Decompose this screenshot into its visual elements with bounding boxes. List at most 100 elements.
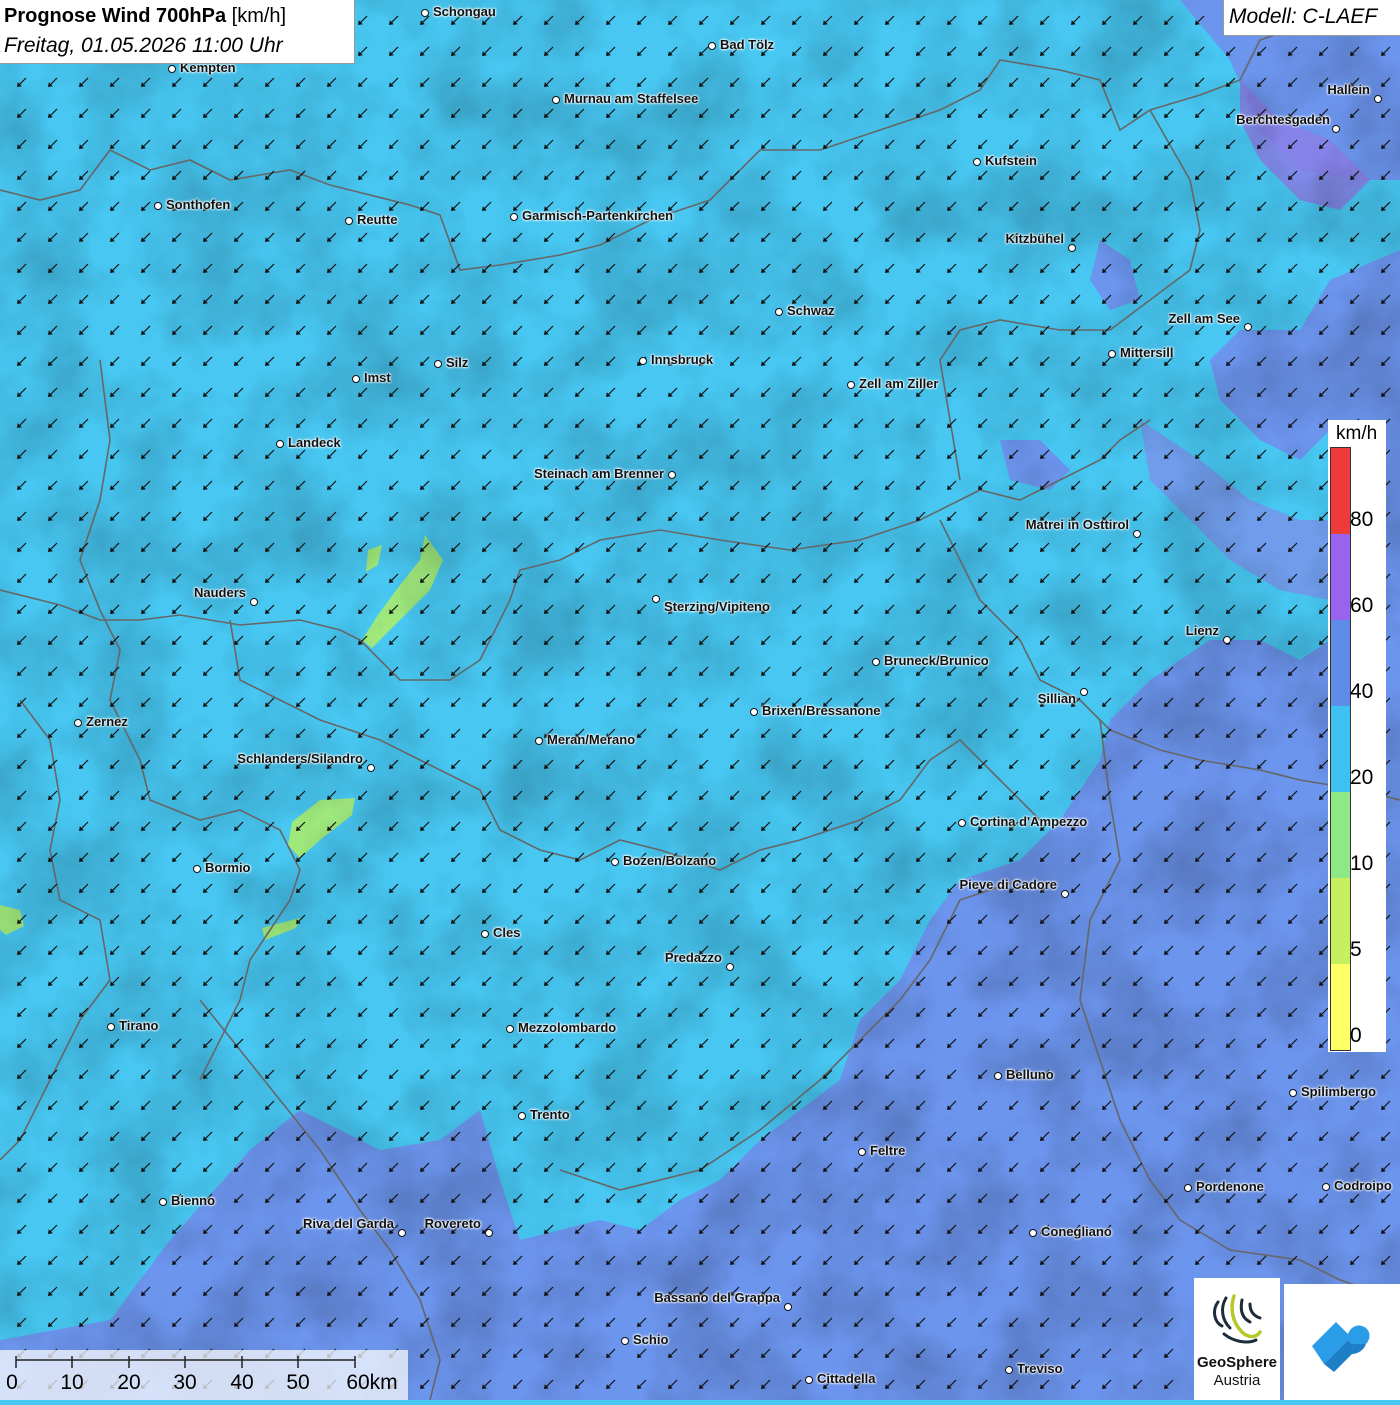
- geosphere-logo-country: Austria: [1213, 1372, 1261, 1389]
- legend-segment: [1331, 448, 1350, 534]
- city-dot-icon: [652, 595, 660, 603]
- city-label: Hallein: [1327, 82, 1370, 97]
- city-dot-icon: [1108, 350, 1116, 358]
- city-label: Murnau am Staffelsee: [564, 91, 699, 106]
- city-dot-icon: [367, 764, 375, 772]
- city-label: Riva del Garda: [302, 1216, 394, 1231]
- legend-segment: [1331, 534, 1350, 620]
- city-dot-icon: [639, 357, 647, 365]
- city-label: Bienno: [171, 1193, 216, 1208]
- city-dot-icon: [805, 1376, 813, 1384]
- weather-app-logo[interactable]: [1284, 1284, 1400, 1400]
- city-dot-icon: [973, 158, 981, 166]
- city-dot-icon: [434, 360, 442, 368]
- city-dot-icon: [1374, 95, 1382, 103]
- city-label: Schio: [633, 1332, 669, 1347]
- legend-tick-label: 0: [1350, 1024, 1362, 1047]
- city-label: Nauders: [193, 585, 246, 600]
- city-dot-icon: [154, 202, 162, 210]
- city-label: Pordenone: [1196, 1179, 1264, 1194]
- city-dot-icon: [518, 1112, 526, 1120]
- legend-segment: [1331, 706, 1350, 792]
- city-dot-icon: [784, 1303, 792, 1311]
- city-dot-icon: [858, 1148, 866, 1156]
- city-dot-icon: [74, 719, 82, 727]
- city-label: Mittersill: [1120, 345, 1174, 360]
- city-label: Spilimbergo: [1301, 1084, 1377, 1099]
- city-label: Zell am Ziller: [859, 376, 939, 391]
- city-dot-icon: [485, 1229, 493, 1237]
- geosphere-logo[interactable]: GeoSphere Austria: [1194, 1278, 1280, 1400]
- city-label: Berchtesgaden: [1236, 112, 1330, 127]
- city-dot-icon: [510, 213, 518, 221]
- city-dot-icon: [872, 658, 880, 666]
- city-dot-icon: [1289, 1089, 1297, 1097]
- city-label: Kitzbühel: [1005, 231, 1065, 246]
- city-dot-icon: [1029, 1229, 1037, 1237]
- scale-label: 20: [117, 1371, 141, 1394]
- city-label: Bruneck/Brunico: [884, 653, 989, 668]
- city-label: Silz: [446, 355, 469, 370]
- scale-label: 60km: [346, 1371, 398, 1394]
- legend-color-bar: [1330, 447, 1351, 1051]
- model-label: Modell: C-LAEF: [1229, 5, 1378, 28]
- legend-tick-label: 10: [1350, 852, 1374, 875]
- city-label: Garmisch-Partenkirchen: [522, 208, 674, 223]
- map-title: Prognose Wind 700hPa [km/h]: [4, 5, 286, 28]
- city-dot-icon: [668, 471, 676, 479]
- city-label: Landeck: [288, 435, 341, 450]
- city-label: Sonthofen: [166, 197, 231, 212]
- city-label: Trento: [530, 1107, 570, 1122]
- city-dot-icon: [994, 1072, 1002, 1080]
- city-dot-icon: [1184, 1184, 1192, 1192]
- city-label: Reutte: [357, 212, 398, 227]
- city-dot-icon: [775, 308, 783, 316]
- map-title-main: Prognose Wind 700hPa: [4, 5, 227, 27]
- scale-bar: 0 10 20 30 40 50 60km: [0, 1350, 408, 1400]
- geosphere-logo-icon: [1213, 1294, 1262, 1344]
- city-dot-icon: [1244, 323, 1252, 331]
- city-label: Imst: [364, 370, 391, 385]
- scale-label: 30: [173, 1371, 197, 1394]
- city-dot-icon: [708, 42, 716, 50]
- city-label: Rovereto: [424, 1216, 481, 1231]
- city-label: Cortina d'Ampezzo: [970, 814, 1088, 829]
- city-label: Schongau: [433, 4, 496, 19]
- forecast-datetime: Freitag, 01.05.2026 11:00 Uhr: [4, 34, 283, 57]
- city-dot-icon: [1332, 125, 1340, 133]
- city-dot-icon: [1322, 1183, 1330, 1191]
- city-dot-icon: [847, 381, 855, 389]
- city-dot-icon: [352, 375, 360, 383]
- city-dot-icon: [1061, 890, 1069, 898]
- city-dot-icon: [1068, 244, 1076, 252]
- city-dot-icon: [1080, 688, 1088, 696]
- city-dot-icon: [398, 1229, 406, 1237]
- model-box: Modell: C-LAEF: [1223, 0, 1400, 36]
- legend-segment: [1331, 878, 1350, 964]
- city-label: Steinach am Brenner: [533, 466, 664, 481]
- city-label: Schwaz: [787, 303, 835, 318]
- city-dot-icon: [1005, 1366, 1013, 1374]
- scale-label: 50: [286, 1371, 310, 1394]
- legend-tick-label: 5: [1350, 938, 1362, 961]
- city-label: Sterzing/Vipiteno: [664, 599, 770, 614]
- city-label: Feltre: [870, 1143, 906, 1158]
- scale-label: 40: [230, 1371, 254, 1394]
- city-label: Bassano del Grappa: [654, 1290, 780, 1305]
- legend-unit: km/h: [1336, 423, 1378, 444]
- city-label: Tirano: [119, 1018, 159, 1033]
- city-dot-icon: [345, 217, 353, 225]
- city-label: Pieve di Cadore: [959, 877, 1057, 892]
- city-label: Zernez: [86, 714, 128, 729]
- city-dot-icon: [421, 9, 429, 17]
- city-dot-icon: [107, 1023, 115, 1031]
- city-label: Matrei in Osttirol: [1025, 517, 1129, 532]
- city-label: Codroipo: [1334, 1178, 1392, 1193]
- city-dot-icon: [506, 1025, 514, 1033]
- legend-tick-label: 60: [1350, 594, 1374, 617]
- legend-tick-label: 40: [1350, 680, 1374, 703]
- city-label: Meran/Merano: [547, 732, 636, 747]
- city-label: Treviso: [1017, 1361, 1063, 1376]
- color-legend: km/h 80 60 40 20 10 5 0: [1328, 420, 1386, 1052]
- map-title-box: Prognose Wind 700hPa [km/h] Freitag, 01.…: [0, 0, 355, 64]
